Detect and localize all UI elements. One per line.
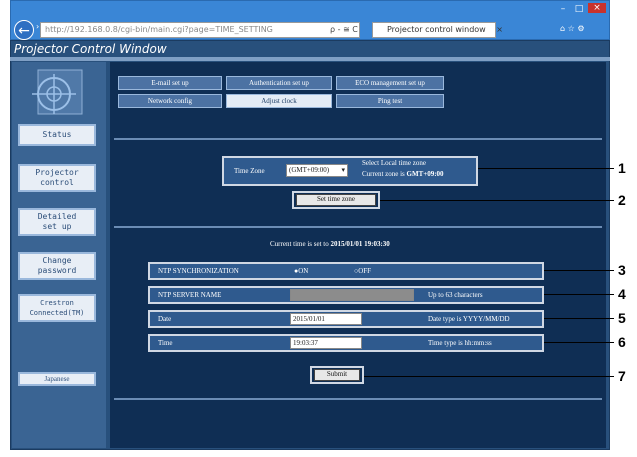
browser-tab-title: Projector control window	[387, 25, 486, 34]
ntp-on-label: ON	[298, 267, 309, 275]
current-time-value: 2015/01/01 19:03:30	[330, 240, 390, 248]
date-hint: Date type is YYYY/MM/DD	[428, 315, 510, 323]
tab-adjust-clock[interactable]: Adjust clock	[226, 94, 332, 108]
date-label: Date	[158, 315, 172, 323]
ntp-on-radio[interactable]: ●ON	[294, 267, 308, 275]
callout-line-6	[544, 342, 614, 343]
submit-button[interactable]: Submit	[314, 369, 360, 381]
ntp-off-radio[interactable]: ○OFF	[354, 267, 371, 275]
minimize-icon[interactable]: –	[556, 4, 570, 14]
sidebar-item-detailed-setup[interactable]: Detailed set up	[18, 208, 96, 236]
browser-tab[interactable]: Projector control window ×	[372, 22, 503, 38]
address-actions[interactable]: ρ - ≅ C	[330, 25, 358, 34]
chevron-down-icon: ▾	[341, 166, 345, 174]
tab-close-icon[interactable]: ×	[496, 25, 503, 34]
timezone-select-value: (GMT+09:00)	[289, 166, 330, 174]
close-icon[interactable]: ×	[588, 3, 606, 13]
tab-eco-management-setup[interactable]: ECO management set up	[336, 76, 444, 90]
time-input[interactable]: 19:03:37	[290, 337, 362, 349]
sidebar-item-change-password[interactable]: Change password	[18, 252, 96, 280]
main-panel	[110, 62, 606, 448]
callout-line-4	[544, 294, 614, 295]
header-band	[10, 57, 610, 61]
language-button[interactable]: Japanese	[18, 372, 96, 386]
sidebar-item-status[interactable]: Status	[18, 124, 96, 146]
divider-bottom	[114, 398, 602, 400]
time-label: Time	[158, 339, 173, 347]
callout-line-1	[478, 168, 614, 169]
forward-icon[interactable]: ›	[36, 22, 39, 31]
current-zone-value: GMT+09:00	[406, 170, 444, 178]
ntp-sync-label: NTP SYNCHRONIZATION	[158, 267, 239, 275]
divider-top	[114, 138, 602, 140]
callout-line-5	[544, 318, 614, 319]
divider-middle	[114, 226, 602, 228]
timezone-select[interactable]: (GMT+09:00) ▾	[286, 164, 348, 177]
tab-email-setup[interactable]: E-mail set up	[118, 76, 222, 90]
tab-ping-test[interactable]: Ping test	[336, 94, 444, 108]
callout-6: 6	[618, 334, 626, 350]
ntp-server-input[interactable]	[290, 289, 414, 301]
tab-authentication-setup[interactable]: Authentication set up	[226, 76, 332, 90]
current-time-text: Current time is set to 2015/01/01 19:03:…	[270, 240, 390, 248]
current-time-prefix: Current time is set to	[270, 240, 331, 248]
sidebar-item-crestron[interactable]: Crestron Connected(TM)	[18, 294, 96, 322]
ntp-server-hint: Up to 63 characters	[428, 291, 483, 299]
callout-5: 5	[618, 310, 626, 326]
back-icon[interactable]: ←	[14, 20, 34, 40]
ntp-server-label: NTP SERVER NAME	[158, 291, 222, 299]
timezone-hint: Select Local time zone	[362, 159, 426, 167]
toolbar-icons[interactable]: ⌂ ☆ ⚙	[560, 24, 585, 33]
callout-line-2	[380, 200, 614, 201]
timezone-label: Time Zone	[234, 167, 265, 175]
app-title: Projector Control Window	[14, 42, 167, 56]
callout-4: 4	[618, 286, 626, 302]
set-time-zone-button[interactable]: Set time zone	[296, 194, 376, 206]
callout-line-7	[364, 376, 614, 377]
current-zone-prefix: Current zone is	[362, 170, 407, 178]
ntp-off-label: OFF	[358, 267, 372, 275]
tab-network-config[interactable]: Network config	[118, 94, 222, 108]
current-zone-text: Current zone is GMT+09:00	[362, 170, 444, 178]
time-hint: Time type is hh:mm:ss	[428, 339, 492, 347]
callout-3: 3	[618, 262, 626, 278]
callout-line-3	[544, 270, 614, 271]
callout-1: 1	[618, 160, 626, 176]
maximize-icon[interactable]: □	[572, 4, 586, 14]
projector-logo-icon	[32, 69, 83, 115]
callout-7: 7	[618, 368, 626, 384]
date-input[interactable]: 2015/01/01	[290, 313, 362, 325]
sidebar-item-projector-control[interactable]: Projector control	[18, 164, 96, 192]
address-bar[interactable]: http://192.168.0.8/cgi-bin/main.cgi?page…	[40, 22, 360, 38]
callout-2: 2	[618, 192, 626, 208]
